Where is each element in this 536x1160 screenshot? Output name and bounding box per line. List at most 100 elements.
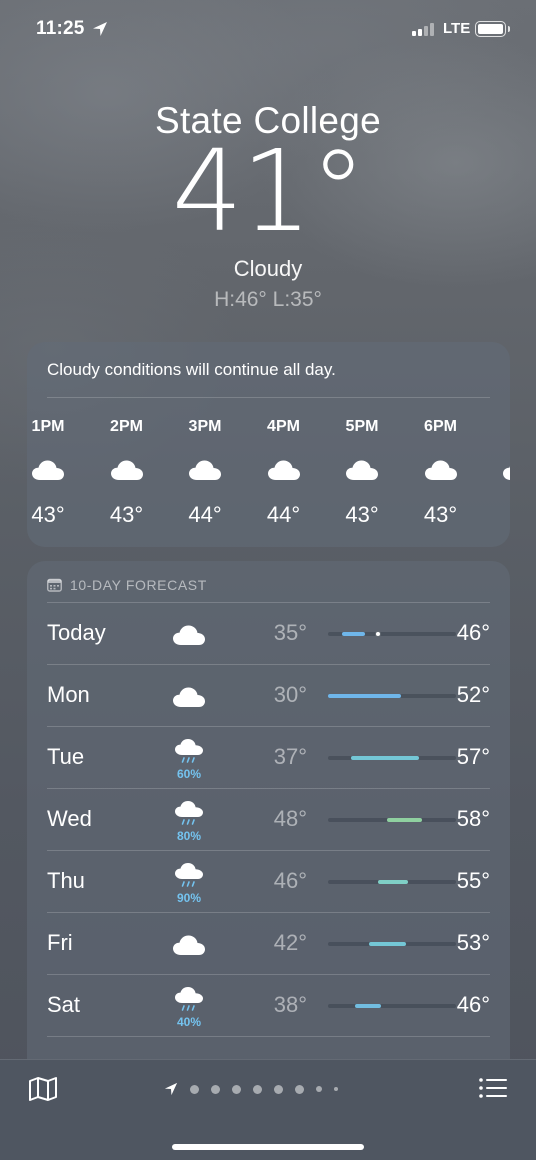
- day-low-temperature: 48°: [273, 806, 307, 831]
- temperature-range-bar: [328, 694, 456, 698]
- page-dot[interactable]: [316, 1086, 322, 1092]
- day-high-temperature: 55°: [456, 868, 490, 893]
- rain-cloud-icon: 90%: [169, 859, 209, 907]
- ten-day-forecast-card[interactable]: 10-DAY FORECAST Today 35° 46° Mon 30° 52° Tue 6…: [27, 561, 510, 1059]
- hour-label: 7: [488, 418, 510, 440]
- day-high-temperature: 46°: [456, 620, 490, 645]
- status-time: 11:25: [36, 18, 85, 39]
- page-dot[interactable]: [232, 1084, 241, 1094]
- ten-day-list: Today 35° 46° Mon 30° 52° Tue 60% 37° 57° Wed 80% 48…: [27, 603, 510, 1037]
- cloud-icon: [96, 450, 158, 490]
- hour-temperature: 43°: [31, 502, 65, 527]
- page-dot[interactable]: [190, 1084, 199, 1094]
- cloud-icon: [169, 611, 209, 659]
- precipitation-chance: 40%: [176, 1014, 202, 1029]
- bottom-toolbar: [0, 1059, 536, 1160]
- page-indicator[interactable]: [164, 1082, 338, 1096]
- cloud-icon: [410, 450, 472, 490]
- hour-temperature: 4: [488, 502, 510, 528]
- hour-item: 4PM 44°: [253, 418, 315, 528]
- page-dot[interactable]: [295, 1084, 304, 1094]
- current-location-icon[interactable]: [164, 1082, 178, 1096]
- hour-label: 5PM: [345, 418, 379, 435]
- signal-strength-icon: [412, 23, 434, 36]
- day-row[interactable]: Wed 80% 48° 58°: [47, 789, 490, 851]
- day-row[interactable]: Today 35° 46°: [47, 603, 490, 665]
- day-name: Thu: [47, 868, 85, 893]
- page-dot[interactable]: [211, 1084, 220, 1094]
- precipitation-chance: 60%: [176, 766, 202, 781]
- day-row[interactable]: Mon 30° 52°: [47, 665, 490, 727]
- day-name: Mon: [47, 682, 90, 707]
- day-name: Today: [47, 620, 106, 645]
- temperature-range-fill: [378, 880, 408, 884]
- day-low-temperature: 35°: [273, 620, 307, 645]
- home-indicator[interactable]: [172, 1144, 364, 1150]
- temperature-range-fill: [369, 942, 406, 946]
- hour-item: 6PM 43°: [410, 418, 472, 528]
- page-dot[interactable]: [253, 1084, 262, 1094]
- day-high-temperature: 52°: [456, 682, 490, 707]
- status-bar: 11:25 LTE: [0, 0, 536, 60]
- day-low-temperature: 42°: [273, 930, 307, 955]
- network-type: LTE: [443, 20, 471, 37]
- rain-cloud-icon: 40%: [169, 983, 209, 1031]
- hour-item: 1PM 43°: [27, 418, 79, 528]
- day-name: Tue: [47, 744, 85, 769]
- temperature-range-bar: [328, 880, 456, 884]
- hour-label: 3PM: [188, 418, 222, 435]
- current-condition: Cloudy: [233, 256, 303, 281]
- cloud-icon: [253, 450, 315, 490]
- hour-label: 6PM: [424, 418, 457, 435]
- day-row[interactable]: Sat 40% 38° 46°: [47, 975, 490, 1037]
- cloud-icon: [27, 450, 79, 490]
- hour-item: 5PM 43°: [331, 418, 393, 528]
- day-row[interactable]: Tue 60% 37° 57°: [47, 727, 490, 789]
- page-dot[interactable]: [274, 1084, 283, 1094]
- day-row[interactable]: Fri 42° 53°: [47, 913, 490, 975]
- hour-label: 2PM: [110, 418, 143, 435]
- temperature-range-bar: [328, 631, 456, 637]
- hour-temperature: 44°: [188, 502, 222, 527]
- hour-item: 2PM 43°: [96, 418, 158, 528]
- current-temp-marker: [375, 631, 382, 637]
- battery-icon: [475, 21, 510, 37]
- hour-temperature: 43°: [423, 502, 458, 527]
- temperature-range-fill: [355, 1004, 381, 1008]
- hour-temperature: 44°: [266, 502, 301, 527]
- page-dot[interactable]: [334, 1087, 338, 1091]
- high-low-temperature: H:46° L:35°: [214, 288, 322, 311]
- cloud-icon: [174, 450, 236, 490]
- temperature-range-bar: [328, 1004, 456, 1008]
- temperature-range-fill: [341, 632, 365, 636]
- hour-item: 3PM 44°: [174, 418, 236, 528]
- temperature-range-fill: [328, 694, 402, 698]
- cloud-icon: [169, 921, 209, 969]
- ten-day-header: 10-DAY FORECAST: [47, 561, 490, 603]
- temperature-range-bar: [328, 942, 456, 946]
- day-high-temperature: 58°: [456, 806, 490, 831]
- precipitation-chance: 80%: [176, 828, 202, 843]
- calendar-icon: [47, 578, 62, 592]
- cloud-icon: [488, 450, 510, 490]
- location-header: State College 41° Cloudy H:46° L:35°: [0, 100, 536, 312]
- hourly-forecast-card[interactable]: Cloudy conditions will continue all day.…: [27, 342, 510, 547]
- rain-cloud-icon: 60%: [169, 735, 209, 783]
- map-icon[interactable]: [28, 1076, 58, 1102]
- day-low-temperature: 30°: [273, 682, 307, 707]
- temperature-range-fill: [387, 818, 422, 822]
- day-low-temperature: 37°: [273, 744, 307, 769]
- day-row[interactable]: Thu 90% 46° 55°: [47, 851, 490, 913]
- hour-item: 74: [488, 418, 510, 528]
- temperature-range-bar: [328, 756, 456, 760]
- cloud-icon: [169, 673, 209, 721]
- ten-day-title: 10-DAY FORECAST: [70, 576, 207, 593]
- hourly-forecast-strip[interactable]: 1PM43°2PM43°3PM44°4PM44°5PM43°6PM43°74: [27, 418, 510, 538]
- day-high-temperature: 46°: [456, 992, 490, 1017]
- temperature-range-fill: [350, 756, 420, 760]
- cloud-icon: [331, 450, 393, 490]
- hour-label: 1PM: [31, 418, 65, 435]
- list-icon[interactable]: [479, 1077, 507, 1099]
- day-high-temperature: 53°: [456, 930, 490, 955]
- location-arrow-icon: [93, 22, 107, 36]
